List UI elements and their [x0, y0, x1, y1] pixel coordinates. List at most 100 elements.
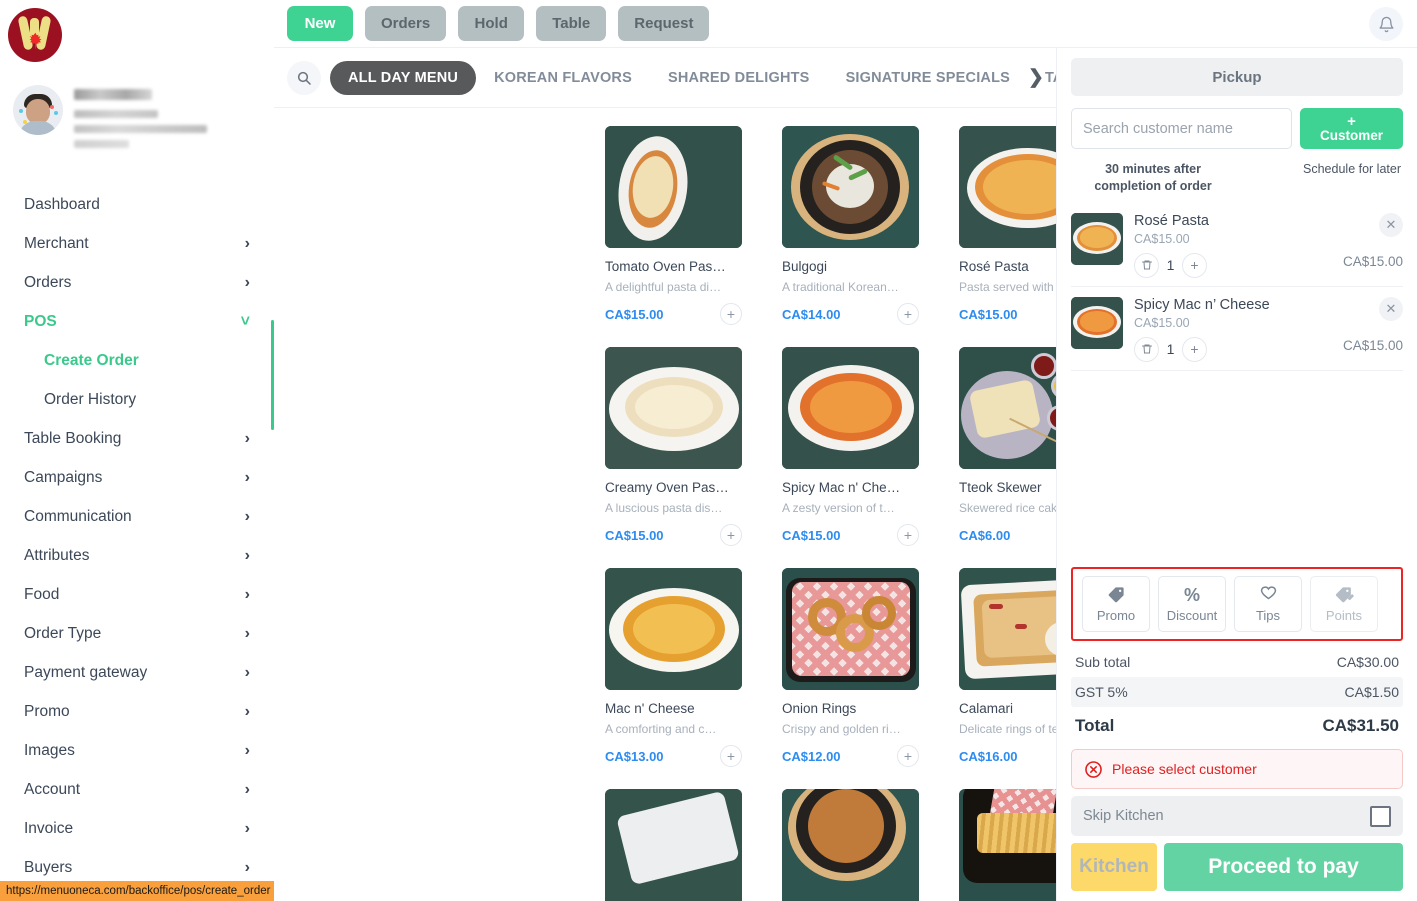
chevron-right-icon: ›	[244, 585, 250, 603]
menu-card[interactable]	[959, 789, 1056, 901]
remove-item-button[interactable]: ✕	[1379, 212, 1403, 237]
heart-icon	[1260, 586, 1276, 600]
skip-kitchen-checkbox[interactable]	[1370, 805, 1391, 827]
sidebar-item-label: Buyers	[24, 858, 73, 876]
sidebar-nav: Dashboard Merchant › Orders › POS ˅ Crea…	[0, 185, 274, 887]
menu-item-image	[959, 789, 1056, 901]
menu-card[interactable]: Bulgogi A traditional Korean… CA$14.00 +	[782, 126, 919, 325]
category-tabs: ALL DAY MENU KOREAN FLAVORS SHARED DELIG…	[274, 48, 1056, 108]
discount-button[interactable]: % Discount	[1158, 576, 1226, 632]
add-item-button[interactable]: +	[720, 745, 742, 767]
sidebar-item-payment-gateway[interactable]: Payment gateway ›	[0, 653, 274, 692]
menu-card[interactable]: Onion Rings Crispy and golden ri… CA$12.…	[782, 568, 919, 767]
chevron-right-icon: ›	[244, 273, 250, 291]
chevron-right-icon: ›	[244, 663, 250, 681]
sidebar-item-campaigns[interactable]: Campaigns ›	[0, 458, 274, 497]
increase-qty-button[interactable]: +	[1182, 336, 1207, 362]
tab-new[interactable]: New	[287, 6, 353, 41]
category-tab-all-day-menu[interactable]: ALL DAY MENU	[330, 60, 477, 95]
menu-card[interactable]: Mac n' Cheese A comforting and c… CA$13.…	[605, 568, 742, 767]
sidebar-item-images[interactable]: Images ›	[0, 731, 274, 770]
avatar	[13, 85, 63, 135]
sidebar-item-table-booking[interactable]: Table Booking ›	[0, 419, 274, 458]
add-item-button[interactable]: +	[720, 524, 742, 546]
kitchen-button[interactable]: Kitchen	[1071, 843, 1157, 891]
sidebar-item-promo[interactable]: Promo ›	[0, 692, 274, 731]
sidebar-item-order-type[interactable]: Order Type ›	[0, 614, 274, 653]
delete-item-button[interactable]	[1134, 252, 1159, 278]
add-item-button[interactable]: +	[720, 303, 742, 325]
content-split: ALL DAY MENU KOREAN FLAVORS SHARED DELIG…	[274, 47, 1417, 901]
browser-status-bar: https://menuoneca.com/backoffice/pos/cre…	[0, 881, 274, 901]
bell-icon	[1378, 16, 1394, 32]
menu-card[interactable]: Spicy Mac n' Che… A zesty version of t… …	[782, 347, 919, 546]
sidebar-item-account[interactable]: Account ›	[0, 770, 274, 809]
menu-item-price: CA$12.00	[782, 748, 841, 764]
tips-button[interactable]: Tips	[1234, 576, 1302, 632]
brand-logo-wrap[interactable]	[0, 0, 274, 62]
tab-hold[interactable]: Hold	[458, 6, 525, 41]
menu-card[interactable]	[782, 789, 919, 901]
remove-item-button[interactable]: ✕	[1379, 296, 1403, 321]
chevron-right-icon: ›	[244, 234, 250, 252]
add-item-button[interactable]: +	[897, 745, 919, 767]
sidebar-item-dashboard[interactable]: Dashboard	[0, 185, 274, 224]
plus-icon: +	[1347, 112, 1356, 130]
order-mode-toolbar: New Orders Hold Table Request	[274, 0, 1417, 47]
cart-item-line-total: CA$15.00	[1342, 337, 1403, 353]
menu-item-price: CA$15.00	[605, 527, 664, 543]
search-customer-input[interactable]	[1071, 108, 1292, 149]
menu-item-image	[959, 126, 1056, 248]
menu-item-price: CA$16.00	[959, 748, 1018, 764]
menu-item-name: Tteok Skewer	[959, 480, 1042, 495]
category-tabs-overflow[interactable]: ❯ TA	[1028, 66, 1056, 89]
sidebar-item-pos[interactable]: POS ˅	[0, 302, 274, 341]
add-item-button[interactable]: +	[897, 524, 919, 546]
menu-item-price: CA$15.00	[605, 306, 664, 322]
menu-item-price: CA$13.00	[605, 748, 664, 764]
menu-card[interactable]: Rosé Pasta Pasta served with a … CA$15.0…	[959, 126, 1056, 325]
sidebar-item-invoice[interactable]: Invoice ›	[0, 809, 274, 848]
delete-item-button[interactable]	[1134, 336, 1159, 362]
add-customer-button[interactable]: + Customer	[1300, 108, 1403, 149]
sidebar-item-communication[interactable]: Communication ›	[0, 497, 274, 536]
menu-card[interactable]: Creamy Oven Pas… A luscious pasta dis… C…	[605, 347, 742, 546]
sidebar-item-merchant[interactable]: Merchant ›	[0, 224, 274, 263]
skip-kitchen-row[interactable]: Skip Kitchen	[1071, 796, 1403, 836]
sidebar-item-label: Campaigns	[24, 468, 103, 486]
promo-button[interactable]: Promo	[1082, 576, 1150, 632]
category-tab-shared-delights[interactable]: SHARED DELIGHTS	[650, 61, 828, 95]
menu-item-desc: A delightful pasta di…	[605, 280, 722, 294]
category-tab-korean-flavors[interactable]: KOREAN FLAVORS	[476, 61, 650, 95]
menu-card[interactable]: Calamari Delicate rings of ten… CA$16.00…	[959, 568, 1056, 767]
sidebar-item-label: Payment gateway	[24, 663, 148, 681]
tags-icon	[1335, 587, 1354, 603]
schedule-for-later-link[interactable]: Schedule for later	[1303, 161, 1401, 176]
menu-card[interactable]: Tomato Oven Pas… A delightful pasta di… …	[605, 126, 742, 325]
tax-label: GST 5%	[1075, 684, 1128, 700]
subtotal-value: CA$30.00	[1336, 654, 1399, 670]
user-profile[interactable]	[0, 62, 274, 155]
tab-orders[interactable]: Orders	[365, 6, 447, 41]
cart-item: Spicy Mac n’ Cheese CA$15.00 1 + ✕ CA$15…	[1071, 287, 1403, 371]
sidebar-item-orders[interactable]: Orders ›	[0, 263, 274, 302]
increase-qty-button[interactable]: +	[1182, 252, 1207, 278]
cart-item-quantity: 1	[1166, 257, 1175, 274]
sidebar-item-food[interactable]: Food ›	[0, 575, 274, 614]
category-tab-signature-specials[interactable]: SIGNATURE SPECIALS	[828, 61, 1028, 95]
sidebar-item-order-history[interactable]: Order History	[0, 380, 274, 419]
notifications-button[interactable]	[1369, 7, 1403, 41]
sidebar-item-create-order[interactable]: Create Order	[0, 341, 274, 380]
proceed-to-pay-button[interactable]: Proceed to pay	[1164, 843, 1403, 891]
maple-logo-icon[interactable]	[8, 8, 62, 62]
sidebar-item-attributes[interactable]: Attributes ›	[0, 536, 274, 575]
tab-table[interactable]: Table	[536, 6, 607, 41]
order-type-selector[interactable]: Pickup	[1071, 58, 1403, 96]
menu-card[interactable]	[605, 789, 742, 901]
add-item-button[interactable]: +	[897, 303, 919, 325]
tab-request[interactable]: Request	[618, 6, 710, 41]
search-button[interactable]	[287, 60, 321, 95]
menu-grid-scroll[interactable]: Tomato Oven Pas… A delightful pasta di… …	[274, 108, 1056, 901]
points-button[interactable]: Points	[1310, 576, 1378, 632]
menu-card[interactable]: Tteok Skewer Skewered rice cake… CA$6.00…	[959, 347, 1056, 546]
